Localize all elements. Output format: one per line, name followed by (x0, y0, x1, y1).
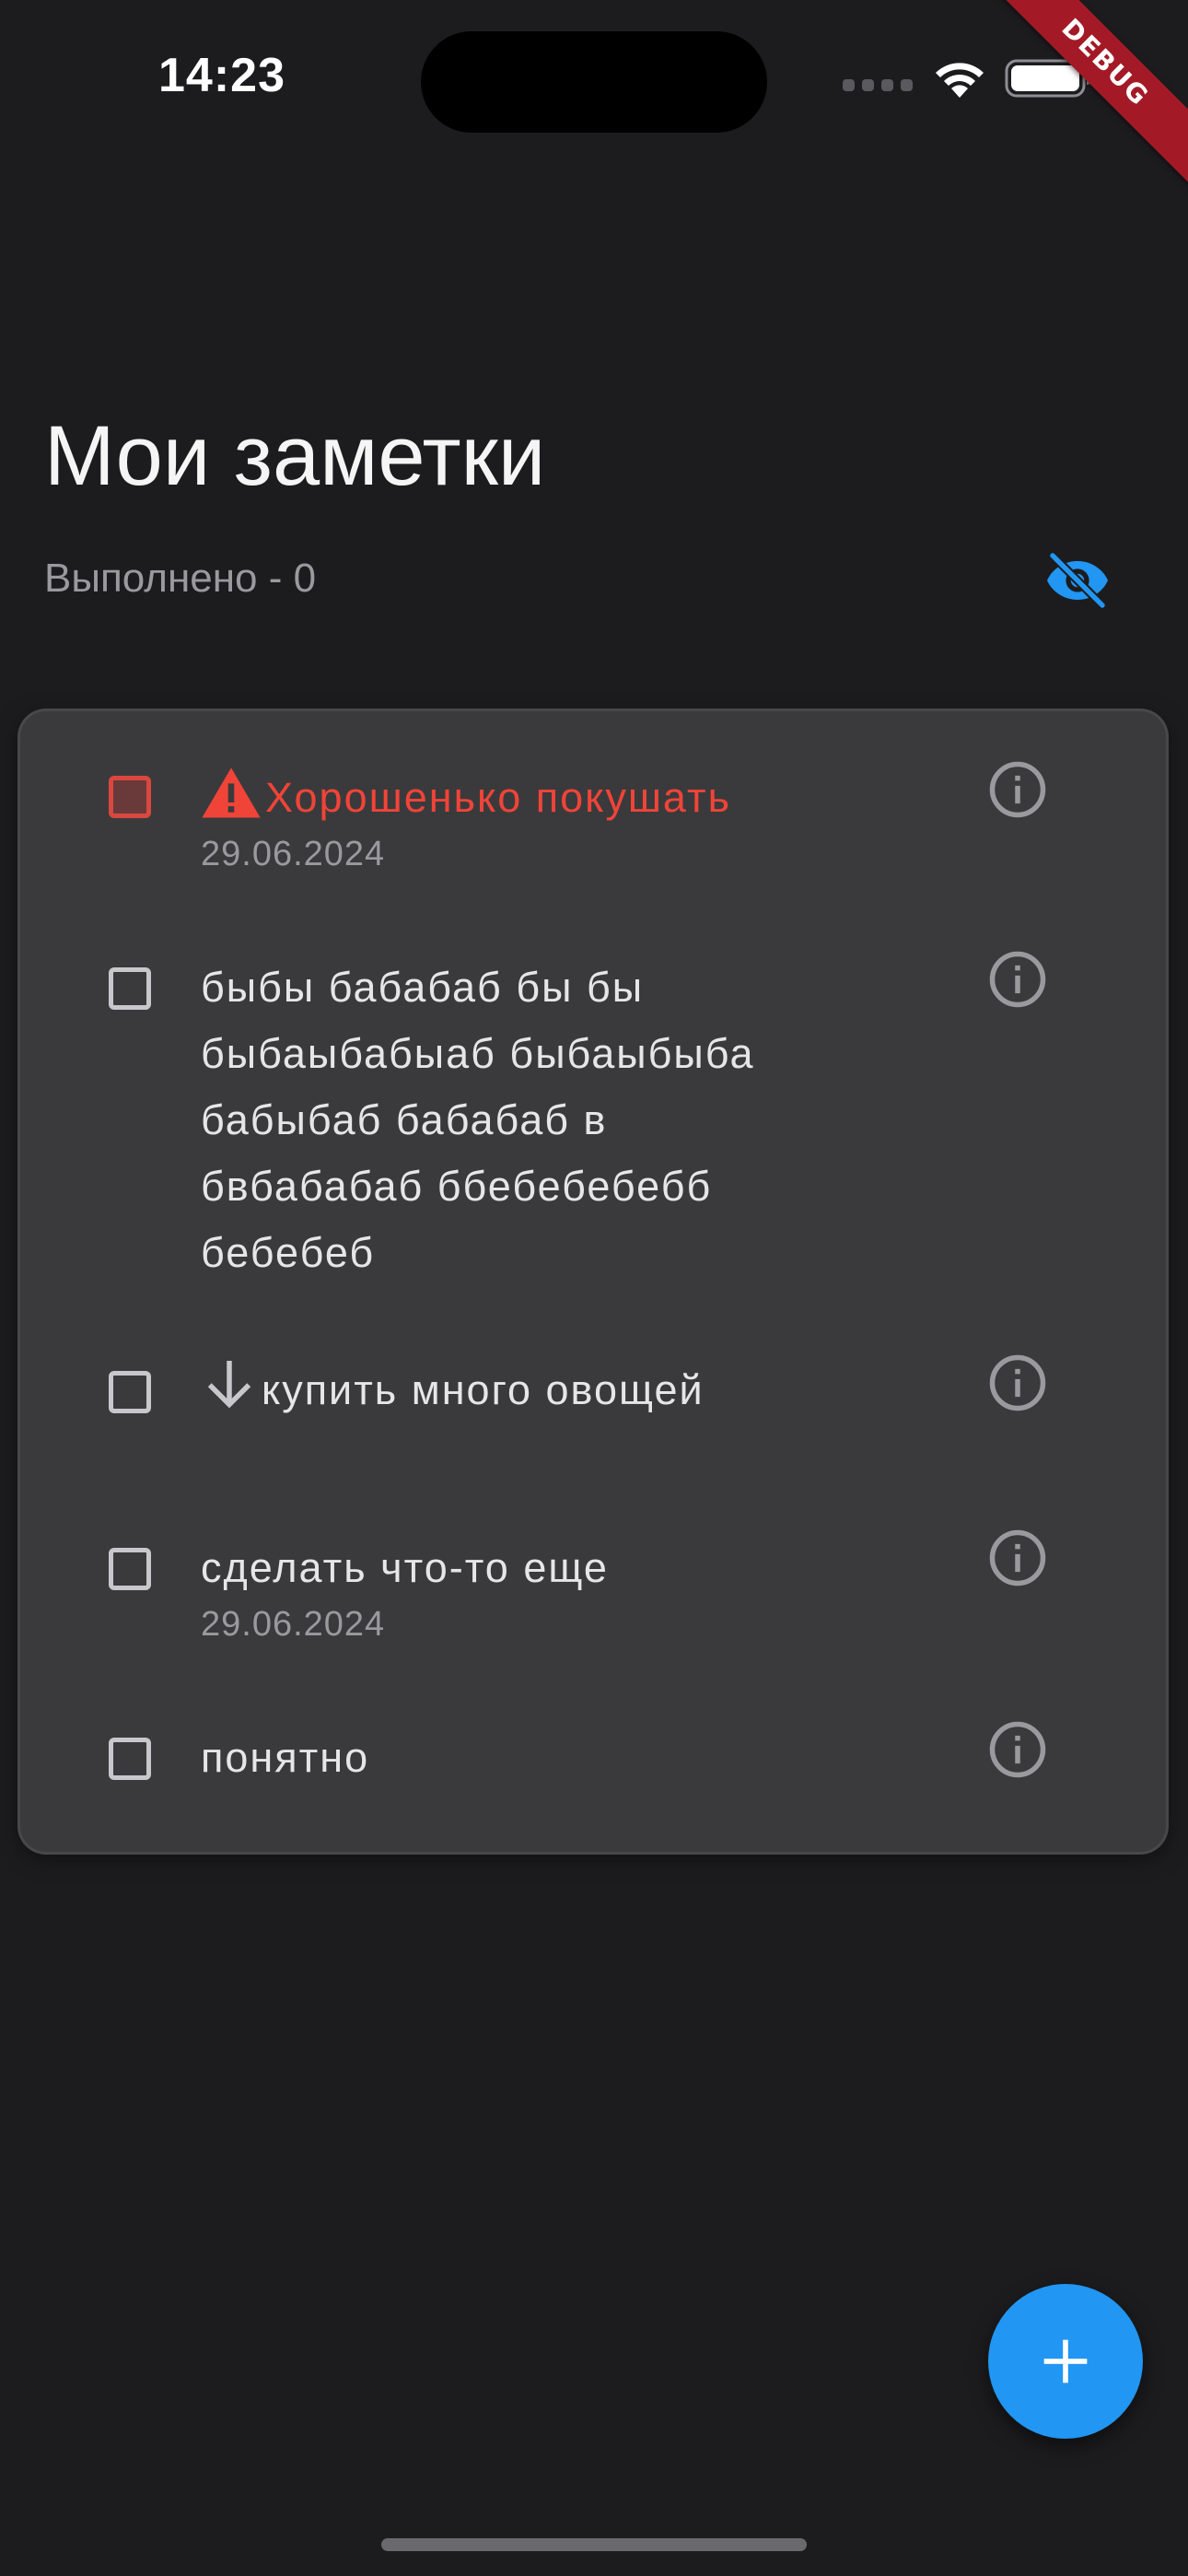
task-title-line: бвбабабаб ббебебебебб (201, 1163, 713, 1210)
task-date: 29.06.2024 (201, 835, 386, 873)
task-title: Хорошенько покушать (201, 765, 845, 831)
info-icon[interactable] (987, 1528, 1048, 1588)
task-title: сделать что-то еще (201, 1544, 609, 1591)
home-indicator[interactable] (381, 2538, 807, 2551)
info-icon[interactable] (987, 759, 1048, 820)
task-title-line: быбаыбабыаб быбаыбыба (201, 1030, 755, 1077)
task-title-text: купить много овощей (262, 1366, 705, 1413)
task-title-line: быбы бабабаб бы бы (201, 964, 645, 1011)
task-date: 29.06.2024 (201, 1605, 386, 1644)
page-title: Мои заметки (44, 409, 546, 503)
done-counter: Выполнено - 0 (44, 556, 317, 601)
task-title: понятно (201, 1734, 370, 1781)
task-title: купить много овощей (201, 1356, 845, 1423)
task-title-line: бабыбаб бабабаб в (201, 1096, 608, 1143)
task-title-line: бебебеб (201, 1229, 376, 1276)
arrow-down-icon (207, 1361, 251, 1409)
task-title: быбы бабабаб бы бы быбаыбабыаб быбаыбыба… (201, 954, 845, 1286)
info-icon[interactable] (987, 1719, 1048, 1780)
eye-off-icon (1047, 553, 1108, 608)
task-checkbox[interactable] (109, 1548, 151, 1590)
visibility-toggle-button[interactable] (1041, 549, 1114, 612)
info-icon[interactable] (987, 1352, 1048, 1413)
info-icon[interactable] (987, 949, 1048, 1010)
cellular-signal-icon (843, 78, 913, 91)
task-list-card: Хорошенько покушать 29.06.2024 быбы баба… (20, 711, 1166, 1852)
add-task-button[interactable] (988, 2284, 1143, 2439)
task-checkbox[interactable] (109, 1738, 151, 1780)
wifi-icon (936, 63, 984, 98)
status-time: 14:23 (158, 49, 285, 102)
plus-icon (1043, 2339, 1088, 2383)
dynamic-island (421, 31, 767, 133)
status-icons (843, 55, 1093, 101)
task-title-text: Хорошенько покушать (265, 774, 732, 821)
warning-icon (202, 767, 261, 818)
task-checkbox[interactable] (109, 776, 151, 818)
task-checkbox[interactable] (109, 1371, 151, 1413)
task-checkbox[interactable] (109, 967, 151, 1010)
